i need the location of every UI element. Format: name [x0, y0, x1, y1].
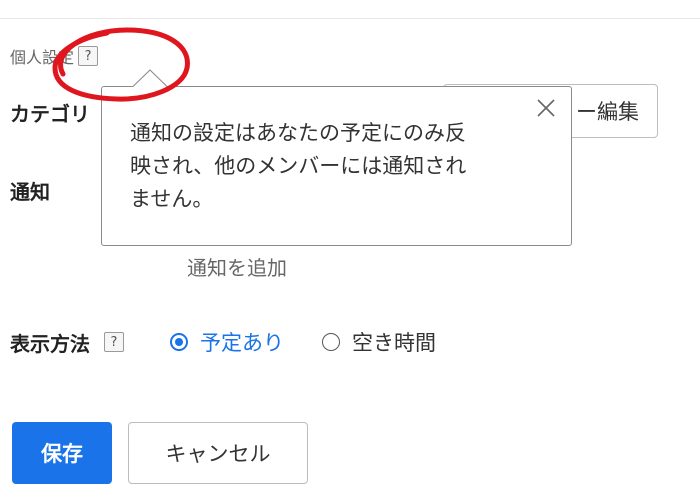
- close-icon[interactable]: [535, 97, 557, 119]
- radio-busy[interactable]: 予定あり: [170, 327, 284, 357]
- radio-busy-label: 予定あり: [200, 331, 284, 355]
- display-method-help-icon[interactable]: ?: [104, 332, 124, 352]
- add-notification-link[interactable]: 通知を追加: [187, 252, 287, 281]
- tooltip-line: 映され、他のメンバーには通知され: [130, 154, 467, 178]
- radio-free-label: 空き時間: [352, 331, 436, 355]
- category-label: カテゴリ: [10, 102, 90, 126]
- save-button[interactable]: 保存: [12, 422, 112, 484]
- tooltip-line: 通知の設定はあなたの予定にのみ反: [130, 121, 466, 145]
- tooltip-pointer: [133, 69, 167, 87]
- display-method-label: 表示方法: [10, 331, 90, 356]
- cancel-button[interactable]: キャンセル: [128, 422, 308, 484]
- personal-settings-form: 個人設定 ? カテゴリ ー編集 通知 通知を追加 表示方法 ? 予定あり 空き時…: [0, 0, 700, 502]
- personal-settings-heading: 個人設定 ?: [10, 44, 99, 68]
- section-divider: [0, 18, 700, 19]
- radio-free[interactable]: 空き時間: [322, 327, 436, 357]
- tooltip-message: 通知の設定はあなたの予定にのみ反 映され、他のメンバーには通知され ません。: [130, 117, 530, 216]
- notification-label: 通知: [10, 180, 50, 204]
- category-edit-label: ー編集: [576, 100, 639, 124]
- tooltip-line: ません。: [130, 187, 214, 211]
- personal-settings-help-icon[interactable]: ?: [78, 46, 99, 66]
- display-method-row: 表示方法 ? 予定あり 空き時間: [10, 326, 436, 358]
- radio-unselected-icon: [322, 333, 340, 351]
- radio-selected-icon: [170, 333, 188, 351]
- help-tooltip: 通知の設定はあなたの予定にのみ反 映され、他のメンバーには通知され ません。: [101, 86, 572, 246]
- personal-settings-label: 個人設定: [10, 48, 75, 67]
